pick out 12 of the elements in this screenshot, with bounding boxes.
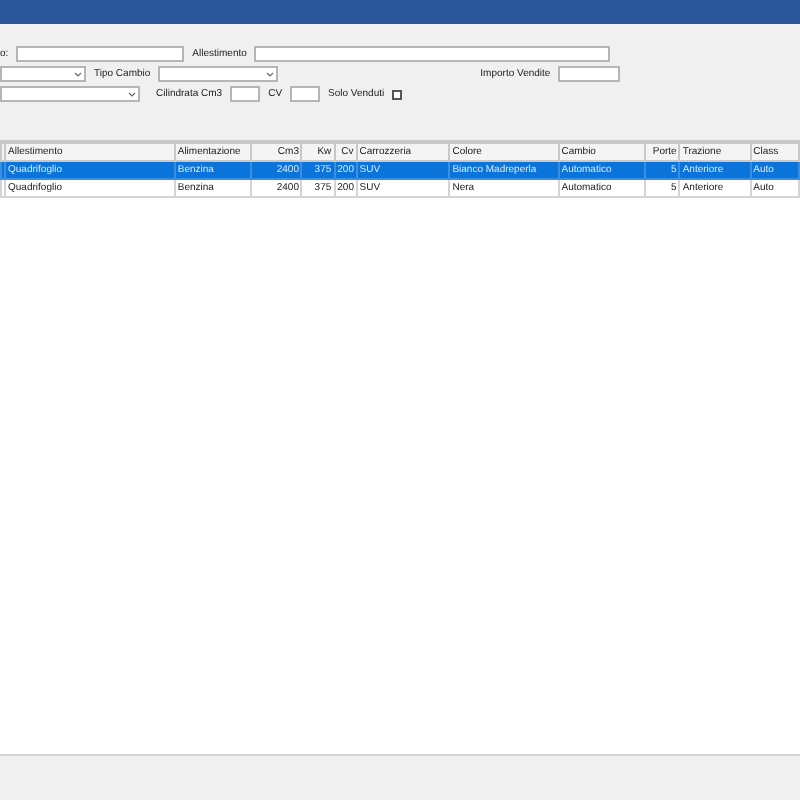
- input-field[interactable]: [254, 46, 611, 62]
- input-field[interactable]: [290, 86, 321, 102]
- input-field[interactable]: [230, 86, 261, 102]
- dropdown[interactable]: [0, 86, 140, 102]
- checkbox[interactable]: [392, 89, 403, 99]
- caret-icon: [74, 71, 82, 77]
- caret-icon: [128, 91, 136, 97]
- dropdown[interactable]: [158, 66, 279, 82]
- input-field[interactable]: [16, 46, 185, 62]
- input-field[interactable]: [558, 66, 621, 82]
- caret-icon: [266, 71, 275, 77]
- dropdown[interactable]: [0, 66, 86, 82]
